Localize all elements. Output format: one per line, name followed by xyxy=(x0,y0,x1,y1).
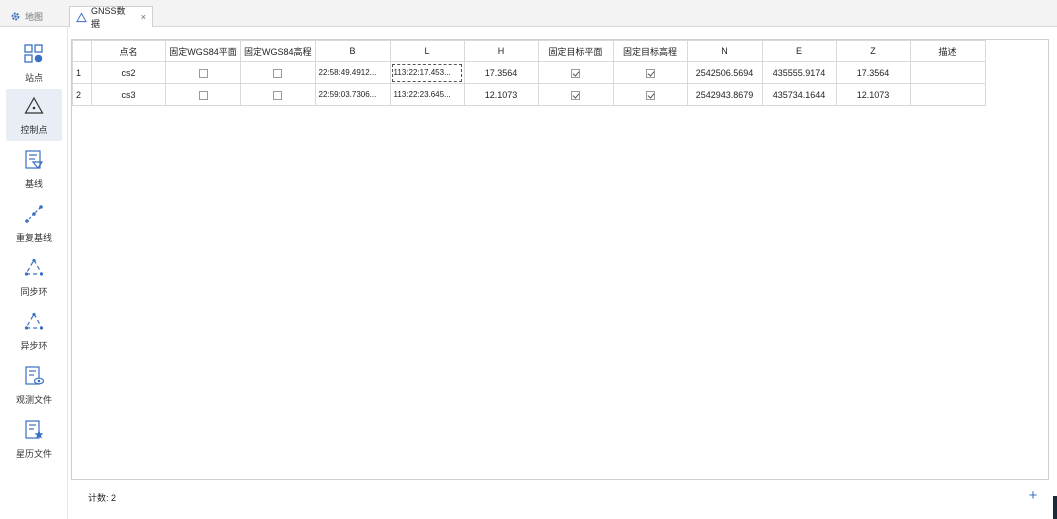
observation-file-icon xyxy=(25,365,45,385)
fix-target-height-checkbox[interactable] xyxy=(645,90,655,100)
col-header-fix-target-plane[interactable]: 固定目标平面 xyxy=(537,40,614,62)
cell-name[interactable]: cs3 xyxy=(91,83,166,106)
sidebar-item-label: 观测文件 xyxy=(15,394,52,405)
table-header-row: 点名 固定WGS84平面 固定WGS84高程 B L H 固定目标平面 固定目标… xyxy=(72,40,986,62)
sidebar-item-station[interactable]: 站点 xyxy=(6,37,62,89)
sidebar-item-async-loop[interactable]: 异步环 xyxy=(6,305,62,357)
cell-l[interactable]: 113:22:17.453... xyxy=(389,61,465,84)
cell-fix-wgs-plane[interactable] xyxy=(165,83,241,106)
fix-wgs-plane-checkbox[interactable] xyxy=(198,90,208,100)
fix-target-plane-checkbox[interactable] xyxy=(571,68,581,78)
cell-n[interactable]: 2542943.8679 xyxy=(686,83,763,106)
fix-wgs-height-checkbox[interactable] xyxy=(273,68,283,78)
cell-n[interactable]: 2542506.5694 xyxy=(686,61,763,84)
col-header-fix-wgs-height[interactable]: 固定WGS84高程 xyxy=(240,40,316,62)
cell-h[interactable]: 17.3564 xyxy=(463,61,539,84)
col-header-desc[interactable]: 描述 xyxy=(909,40,986,62)
tab-map-label: 地图 xyxy=(25,12,44,22)
cell-fix-target-plane[interactable] xyxy=(537,61,614,84)
col-header-b[interactable]: B xyxy=(314,40,391,62)
col-header-fix-wgs-plane[interactable]: 固定WGS84平面 xyxy=(165,40,241,62)
col-header-n[interactable]: N xyxy=(686,40,763,62)
col-header-l[interactable]: L xyxy=(389,40,465,62)
data-grid-panel: 点名 固定WGS84平面 固定WGS84高程 B L H 固定目标平面 固定目标… xyxy=(71,39,1049,480)
row-index: 1 xyxy=(72,61,92,84)
async-loop-icon xyxy=(24,312,44,330)
gear-icon xyxy=(10,11,21,22)
window-edge xyxy=(1053,496,1057,519)
close-icon[interactable]: × xyxy=(141,12,146,22)
cell-desc[interactable] xyxy=(909,83,986,106)
cell-desc[interactable] xyxy=(909,61,986,84)
cell-b[interactable]: 22:59:03.7306... xyxy=(314,83,391,106)
col-header-name[interactable]: 点名 xyxy=(91,40,166,62)
col-header-fix-target-height[interactable]: 固定目标高程 xyxy=(612,40,688,62)
sidebar: 站点 控制点 基线 重复基线 同步环 异步环 观测文件 星历文件 xyxy=(0,27,68,519)
station-grid-icon xyxy=(24,43,43,63)
sidebar-item-ephemeris-file[interactable]: 星历文件 xyxy=(6,413,62,465)
sidebar-item-label: 基线 xyxy=(24,178,43,189)
table-row[interactable]: 2 cs3 22:59:03.7306... 113:22:23.645... … xyxy=(72,83,986,106)
sidebar-item-label: 星历文件 xyxy=(15,448,52,459)
triangle-icon xyxy=(76,11,87,23)
cell-fix-target-height[interactable] xyxy=(612,61,688,84)
fix-target-plane-checkbox[interactable] xyxy=(571,90,581,100)
sidebar-item-label: 站点 xyxy=(24,72,43,83)
cell-z[interactable]: 17.3564 xyxy=(835,61,911,84)
tab-bar: 地图 GNSS数据 × xyxy=(0,0,1057,29)
baseline-icon xyxy=(25,149,44,169)
cell-fix-target-plane[interactable] xyxy=(537,83,614,106)
sidebar-item-label: 重复基线 xyxy=(15,232,52,243)
sidebar-item-repeat-baseline[interactable]: 重复基线 xyxy=(6,197,62,249)
fix-wgs-plane-checkbox[interactable] xyxy=(198,68,208,78)
cell-e[interactable]: 435555.9174 xyxy=(761,61,837,84)
row-index: 2 xyxy=(72,83,92,106)
sidebar-item-sync-loop[interactable]: 同步环 xyxy=(6,251,62,303)
sidebar-item-label: 异步环 xyxy=(20,340,48,351)
sidebar-item-baseline[interactable]: 基线 xyxy=(6,143,62,195)
col-header-e[interactable]: E xyxy=(761,40,837,62)
record-count: 计数: 2 xyxy=(88,493,117,503)
repeat-baseline-icon xyxy=(25,204,43,223)
col-header-z[interactable]: Z xyxy=(835,40,911,62)
tab-map[interactable]: 地图 xyxy=(4,6,64,27)
cell-h[interactable]: 12.1073 xyxy=(463,83,539,106)
fix-target-height-checkbox[interactable] xyxy=(645,68,655,78)
col-header-index[interactable] xyxy=(72,40,92,62)
cell-name[interactable]: cs2 xyxy=(91,61,166,84)
control-point-triangle-icon xyxy=(24,96,44,114)
cell-l[interactable]: 113:22:23.645... xyxy=(389,83,465,106)
tab-gnss-label: GNSS数据 xyxy=(91,6,126,29)
sidebar-item-label: 控制点 xyxy=(20,124,48,135)
cell-fix-wgs-height[interactable] xyxy=(240,61,316,84)
sidebar-item-control-point[interactable]: 控制点 xyxy=(6,89,62,141)
cell-e[interactable]: 435734.1644 xyxy=(761,83,837,106)
tab-gnss-data[interactable]: GNSS数据 × xyxy=(69,6,153,29)
sync-loop-icon xyxy=(24,258,44,276)
cell-fix-wgs-height[interactable] xyxy=(240,83,316,106)
fix-wgs-height-checkbox[interactable] xyxy=(273,90,283,100)
cell-b[interactable]: 22:58:49.4912... xyxy=(314,61,391,84)
control-points-table: 点名 固定WGS84平面 固定WGS84高程 B L H 固定目标平面 固定目标… xyxy=(72,40,986,106)
cell-fix-target-height[interactable] xyxy=(612,83,688,106)
cell-z[interactable]: 12.1073 xyxy=(835,83,911,106)
sidebar-item-observation-file[interactable]: 观测文件 xyxy=(6,359,62,411)
col-header-h[interactable]: H xyxy=(463,40,539,62)
add-button[interactable]: + xyxy=(1025,487,1041,503)
cell-fix-wgs-plane[interactable] xyxy=(165,61,241,84)
sidebar-item-label: 同步环 xyxy=(20,286,48,297)
ephemeris-file-icon xyxy=(25,419,44,439)
table-row[interactable]: 1 cs2 22:58:49.4912... 113:22:17.453... … xyxy=(72,61,986,84)
